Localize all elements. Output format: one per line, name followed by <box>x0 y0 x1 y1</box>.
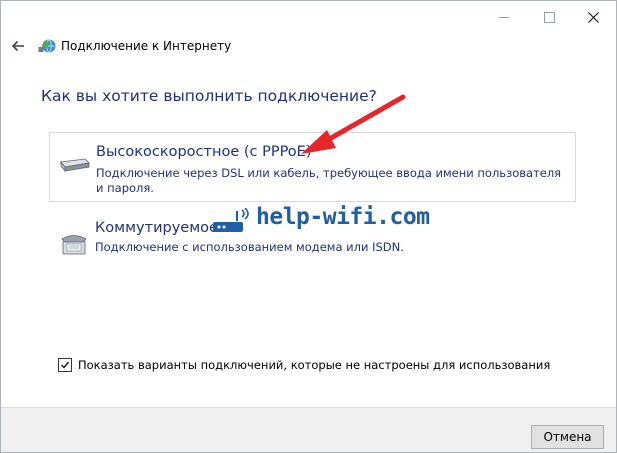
option-description: Подключение с использованием модема или … <box>95 240 404 254</box>
internet-connection-icon <box>38 39 56 53</box>
title-bar <box>1 1 616 33</box>
watermark-text: help-wifi.com <box>256 204 430 230</box>
close-icon <box>588 11 599 23</box>
watermark: help-wifi.com <box>204 202 444 242</box>
modem-icon <box>60 158 90 173</box>
option-broadband-pppoe[interactable]: Высокоскоростное (с PPPoE) Подключение ч… <box>49 132 576 202</box>
maximize-button[interactable] <box>527 1 572 33</box>
minimize-icon <box>498 16 509 18</box>
dialog-window: Подключение к Интернету Как вы хотите вы… <box>0 0 617 453</box>
dialup-phone-icon <box>61 235 87 255</box>
option-description: Подключение через DSL или кабель, требую… <box>96 166 562 195</box>
close-button[interactable] <box>571 1 616 33</box>
show-options-row[interactable]: Показать варианты подключений, которые н… <box>58 358 550 372</box>
footer-bar: Отмена <box>1 407 616 452</box>
option-title: Коммутируемое <box>95 220 218 236</box>
checkmark-icon <box>61 361 70 369</box>
minimize-button[interactable] <box>481 1 526 33</box>
window-title: Подключение к Интернету <box>61 39 232 53</box>
option-title: Высокоскоростное (с PPPoE) <box>96 144 312 160</box>
cancel-button[interactable]: Отмена <box>531 425 604 449</box>
page-heading: Как вы хотите выполнить подключение? <box>41 87 377 105</box>
maximize-icon <box>544 11 555 23</box>
show-options-checkbox[interactable] <box>58 358 72 372</box>
nav-row: Подключение к Интернету <box>1 33 616 61</box>
back-arrow-icon[interactable] <box>9 37 27 55</box>
wifi-router-icon <box>213 208 249 232</box>
show-options-label: Показать варианты подключений, которые н… <box>78 358 551 372</box>
